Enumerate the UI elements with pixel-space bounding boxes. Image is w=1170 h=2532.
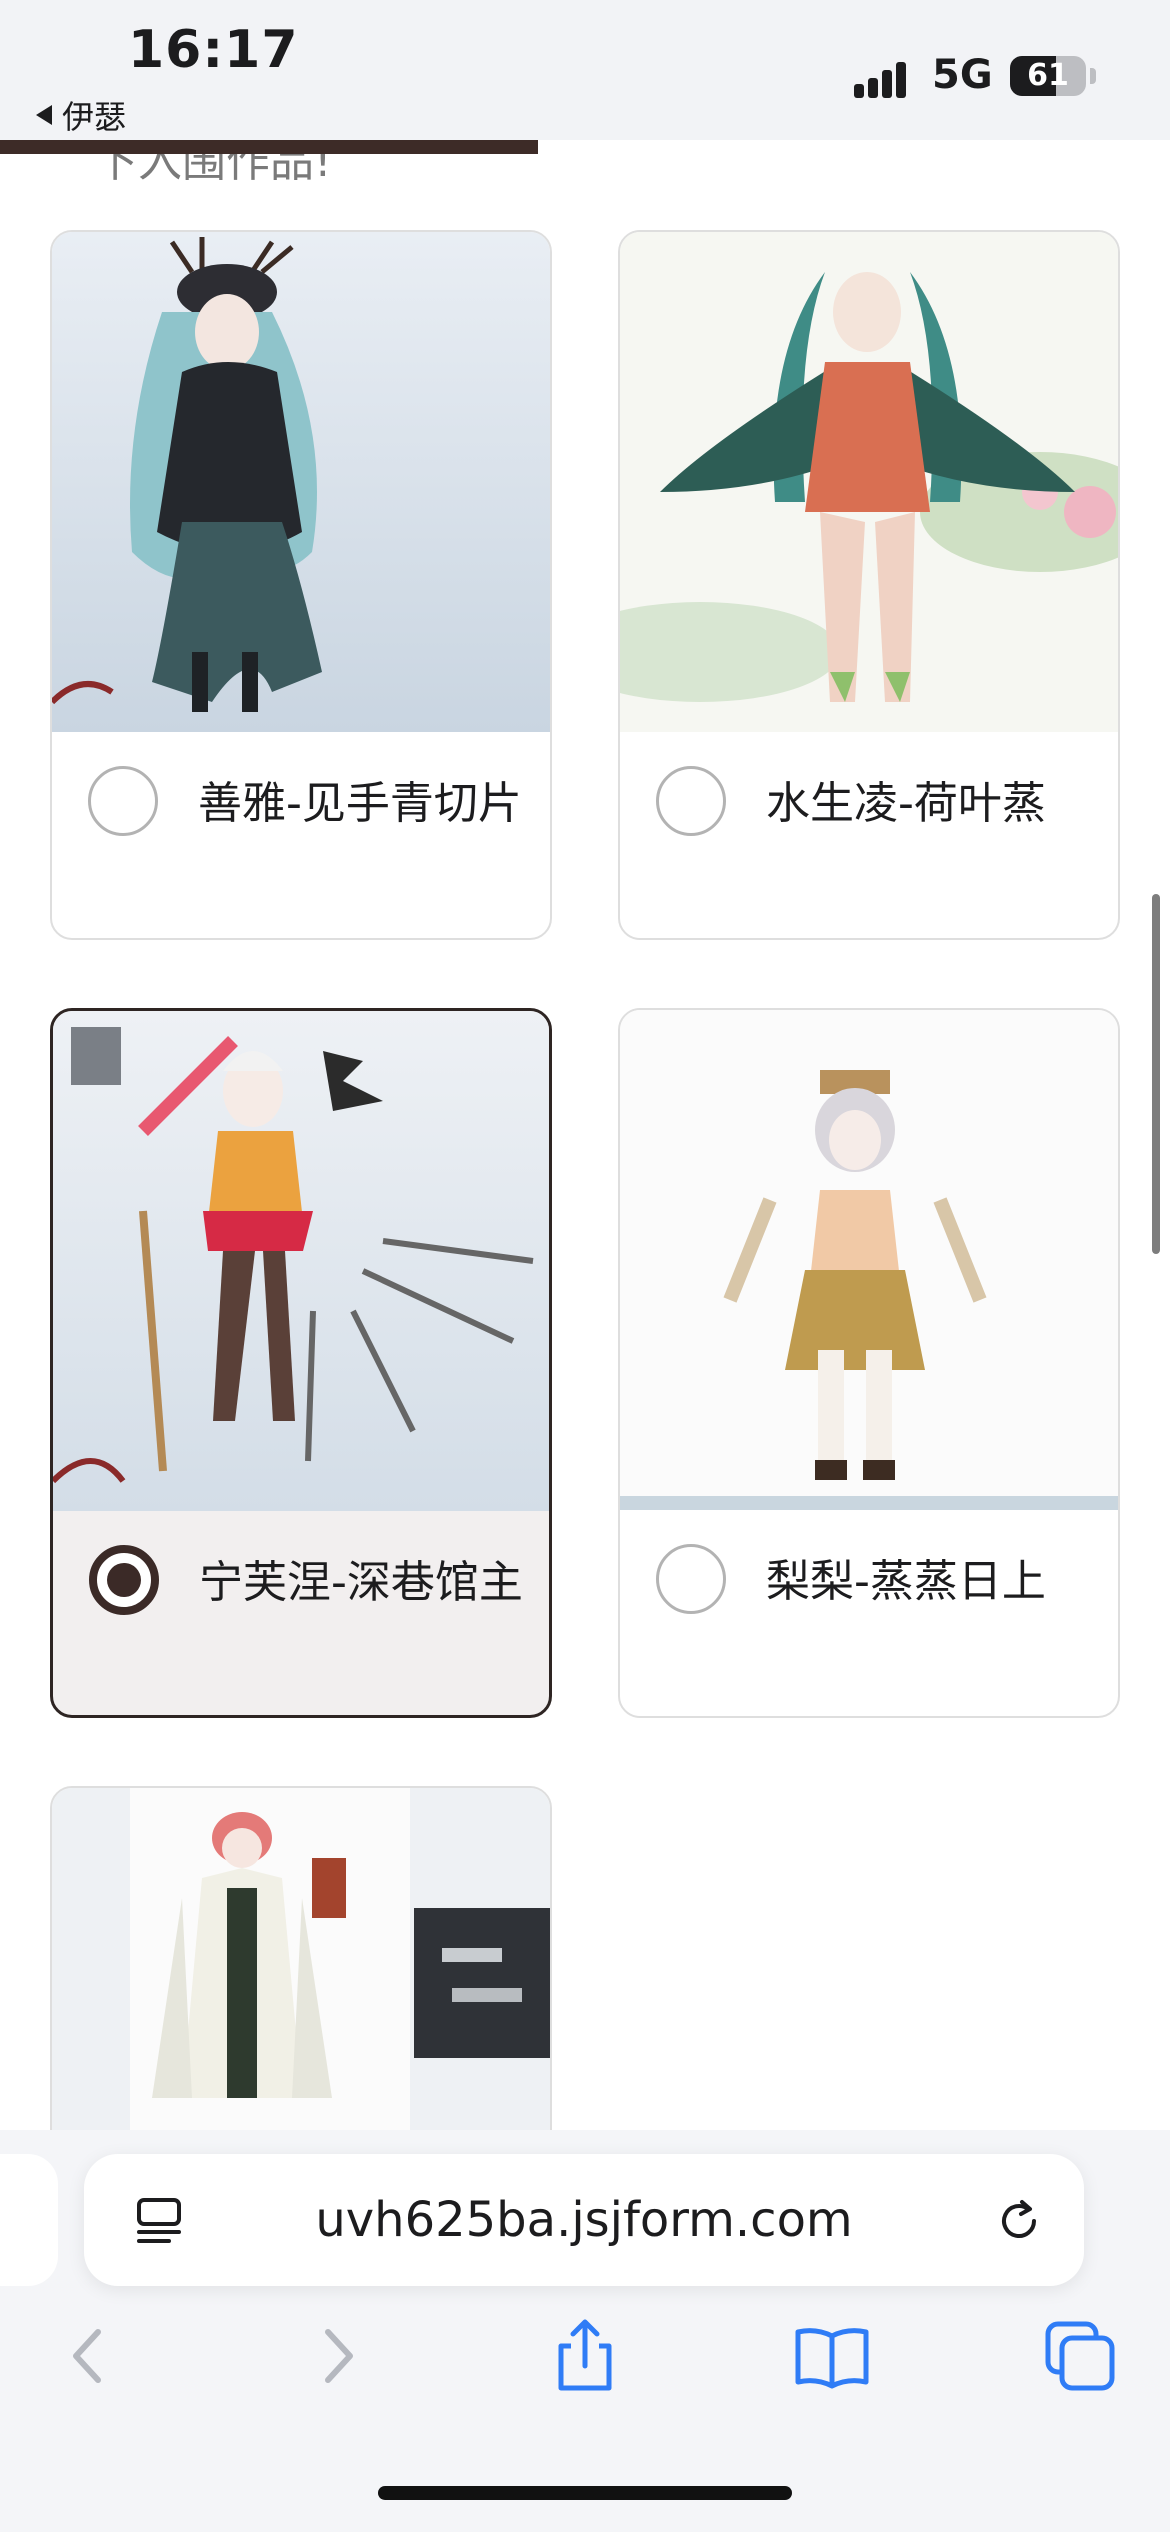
back-app-label: 伊瑟 [62,98,127,136]
status-bar: 16:17 伊瑟 5G 61 [0,0,1170,140]
url-text[interactable]: uvh625ba.jsjform.com [84,2154,1084,2286]
character-artwork-image [620,232,1118,732]
home-indicator[interactable] [378,2486,792,2500]
radio-button[interactable] [656,1544,726,1614]
network-type: 5G [932,52,993,98]
option-row[interactable]: 善雅-见手青切片 [52,732,550,938]
radio-button[interactable] [88,766,158,836]
character-artwork-image [52,1788,550,2130]
forward-arrow-icon[interactable] [298,2316,378,2396]
battery-level: 61 [1027,58,1069,93]
option-card[interactable]: 善雅-见手青切片 [50,230,552,940]
option-card[interactable] [50,1786,552,2130]
tabs-icon[interactable] [1040,2316,1120,2396]
radio-button[interactable] [656,766,726,836]
character-artwork-image [620,1010,1118,1510]
option-card-selected[interactable]: 宁芙涅-深巷馆主 [50,1008,552,1718]
scroll-indicator[interactable] [1152,894,1160,1254]
option-label: 梨梨-蒸蒸日上 [766,1556,1046,1607]
reload-icon[interactable] [994,2196,1044,2246]
page-progress-bar [0,140,1170,154]
bookmarks-icon[interactable] [792,2316,872,2396]
option-label: 善雅-见手青切片 [198,778,522,829]
cellular-signal-icon [854,58,918,98]
back-arrow-icon[interactable] [48,2316,128,2396]
character-artwork-image [52,232,550,732]
page-progress-fill [0,140,539,154]
option-card[interactable]: 梨梨-蒸蒸日上 [618,1008,1120,1718]
battery-icon: 61 [1010,56,1086,96]
address-bar[interactable]: uvh625ba.jsjform.com [84,2154,1084,2286]
browser-toolbar: uvh625ba.jsjform.com [0,2130,1170,2532]
option-label: 宁芙涅-深巷馆主 [199,1557,523,1608]
previous-tab-preview[interactable] [0,2154,58,2286]
share-icon[interactable] [545,2316,625,2396]
back-to-app-link[interactable]: 伊瑟 [36,92,126,138]
radio-button-selected[interactable] [89,1545,159,1615]
option-row[interactable]: 水生凌-荷叶蒸 [620,732,1118,938]
option-row[interactable]: 梨梨-蒸蒸日上 [620,1510,1118,1716]
character-artwork-image [53,1011,549,1511]
option-label: 水生凌-荷叶蒸 [766,778,1046,829]
battery-nub [1090,68,1096,84]
option-card[interactable]: 水生凌-荷叶蒸 [618,230,1120,940]
option-row[interactable]: 宁芙涅-深巷馆主 [53,1511,549,1715]
form-content[interactable]: 下入围作品! 善雅-见手青切片 水生凌-荷叶蒸 宁芙涅-深巷馆主 梨梨-蒸蒸日上 [0,140,1170,2130]
status-time: 16:17 [128,20,299,80]
back-triangle-icon [36,105,52,125]
